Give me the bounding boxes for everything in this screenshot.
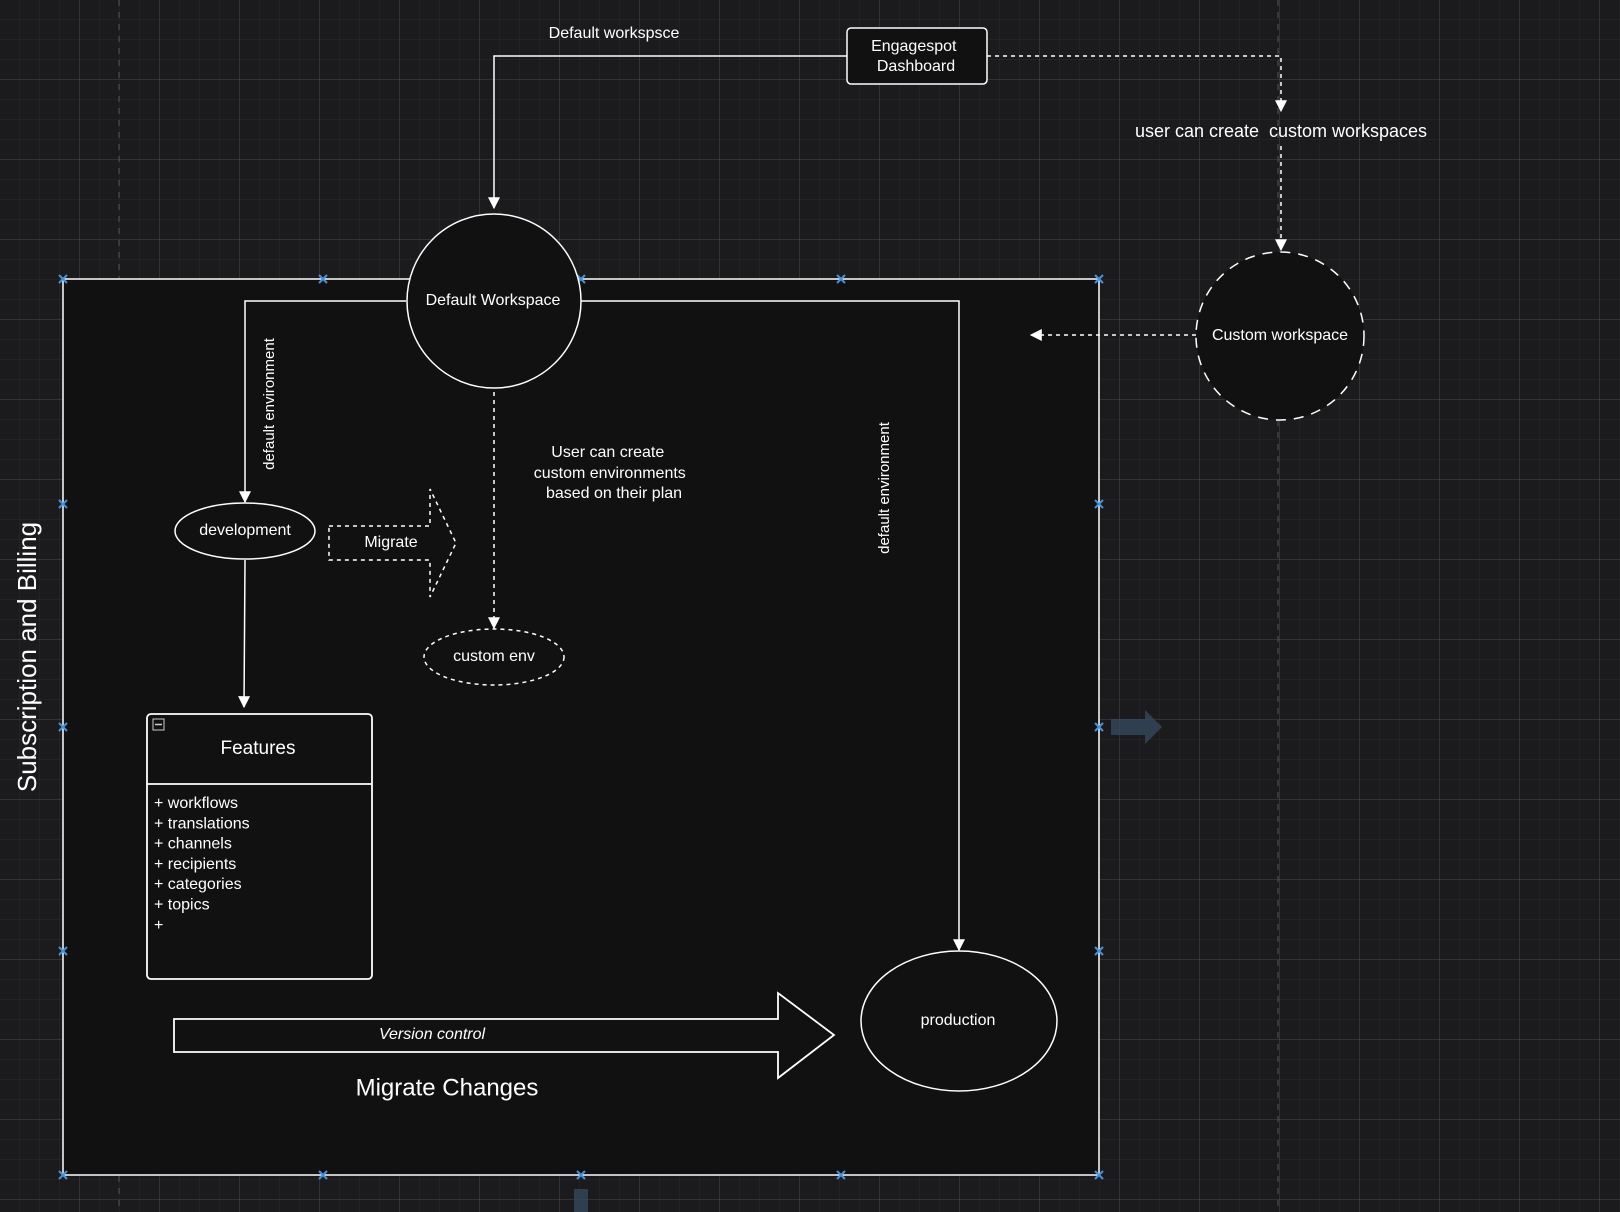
features-item: + [154, 917, 163, 934]
edge-label-default-workspace: Default workspsce [549, 25, 680, 42]
edge-label-custom-envs-line1: User can create [551, 444, 664, 461]
custom-workspace-label: Custom workspace [1212, 327, 1348, 344]
edge-label-dev-default-env: default environment [261, 337, 278, 470]
edge-label-custom-envs: User can create custom environments base… [534, 444, 691, 502]
edge-label-custom-envs-line2: custom environments [534, 465, 686, 482]
workspace-diagram: Subscription and Billing Default worksps… [12, 0, 1427, 1212]
features-item: + categories [154, 876, 242, 893]
default-workspace-label: Default Workspace [426, 292, 561, 309]
edge-dashboard-to-custom-workspace[interactable] [987, 55, 1287, 113]
edge-label-prod-default-env: default environment [876, 421, 893, 554]
custom-env-label: custom env [453, 648, 535, 665]
features-item: + workflows [154, 795, 238, 812]
development-label: development [199, 522, 291, 539]
edge-label-custom-envs-line3: based on their plan [546, 485, 682, 502]
connect-arrow-right[interactable] [1111, 710, 1162, 744]
engagespot-dashboard-line1: Engagespot [871, 38, 957, 55]
edge-label-custom-workspaces: user can create custom workspaces [1135, 121, 1427, 141]
features-item: + translations [154, 815, 250, 832]
engagespot-dashboard-line2: Dashboard [877, 58, 955, 75]
features-title: Features [221, 738, 296, 759]
container-label: Subscription and Billing [12, 522, 42, 792]
edge-development-to-features[interactable] [238, 559, 251, 709]
edge-dashboard-to-default-workspace[interactable] [488, 55, 847, 210]
migrate-arrow-label: Migrate [364, 534, 417, 551]
migrate-changes-label: Migrate Changes [356, 1074, 539, 1101]
features-item: + topics [154, 897, 210, 914]
production-label: production [921, 1012, 996, 1029]
features-item: + recipients [154, 856, 236, 873]
connect-arrow-down[interactable] [574, 1189, 588, 1212]
features-item: + channels [154, 836, 232, 853]
engagespot-dashboard-node[interactable] [846, 27, 988, 85]
version-control-label: Version control [379, 1026, 486, 1043]
